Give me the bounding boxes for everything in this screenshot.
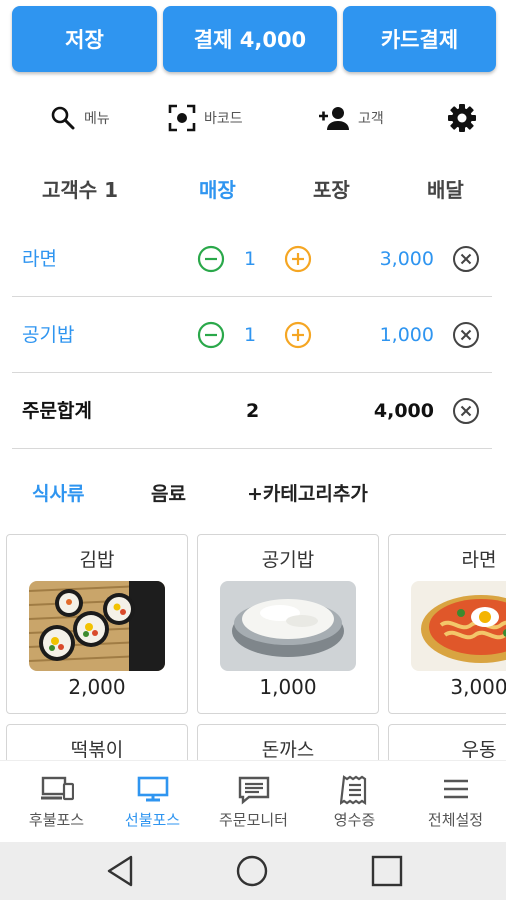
search-icon (51, 106, 75, 130)
add-customer-button[interactable]: 고객 (318, 98, 384, 138)
menu-search-label: 메뉴 (84, 111, 110, 127)
settings-button[interactable] (446, 98, 478, 138)
barcode-label: 바코드 (204, 111, 243, 127)
rice-bowl-image (220, 581, 356, 671)
top-action-bar: 저장 결제 4,000 카드결제 (12, 6, 496, 72)
remove-circle-icon[interactable] (452, 321, 480, 349)
menu-item-name: 김밥 (79, 549, 115, 571)
nav-prepaid-pos[interactable]: 선불포스 (102, 761, 203, 843)
nav-label: 주문모니터 (218, 811, 288, 829)
barcode-button[interactable]: 바코드 (168, 98, 243, 138)
plus-circle-icon[interactable] (284, 321, 312, 349)
order-total-price: 4,000 (373, 400, 434, 422)
tab-takeout[interactable]: 포장 (313, 170, 350, 210)
nav-label: 선불포스 (124, 811, 181, 829)
menu-item-card[interactable]: 김밥 2,000 (6, 534, 188, 714)
category-row: 식사류 음료 +카테고리추가 (0, 472, 506, 516)
devices-icon (40, 776, 74, 801)
order-type-row: 고객수 1 매장 포장 배달 (0, 170, 506, 210)
recents-icon[interactable] (370, 854, 404, 888)
home-icon[interactable] (235, 854, 269, 888)
order-total-qty: 2 (246, 400, 260, 422)
back-icon[interactable] (104, 854, 136, 888)
nav-label: 영수증 (333, 811, 376, 829)
add-person-icon (319, 107, 349, 130)
save-button[interactable]: 저장 (12, 6, 157, 72)
order-item-qty: 1 (244, 324, 257, 346)
nav-label: 후불포스 (28, 811, 85, 829)
menu-item-price: 2,000 (68, 675, 126, 699)
tab-delivery[interactable]: 배달 (427, 170, 464, 210)
minus-circle-icon[interactable] (197, 321, 225, 349)
kimbap-image (29, 581, 165, 671)
pay-button[interactable]: 결제 4,000 (163, 6, 337, 72)
menu-icon (443, 779, 468, 799)
order-item-qty: 1 (244, 248, 257, 270)
menu-item-card[interactable]: 우동 (388, 724, 506, 760)
add-category-button[interactable]: +카테고리추가 (247, 472, 368, 516)
order-item-name: 공기밥 (22, 324, 75, 346)
card-pay-button[interactable]: 카드결제 (343, 6, 496, 72)
message-list-icon (238, 776, 269, 805)
menu-search-button[interactable]: 메뉴 (50, 98, 110, 138)
menu-item-price: 3,000 (450, 675, 506, 699)
order-item-name: 라면 (22, 248, 57, 270)
menu-item-card[interactable]: 떡볶이 (6, 724, 188, 760)
nav-receipt[interactable]: 영수증 (304, 761, 405, 843)
order-item-price: 1,000 (379, 324, 434, 346)
customer-label: 고객 (358, 111, 384, 127)
minus-circle-icon[interactable] (197, 245, 225, 273)
order-total-row: 주문합계 2 4,000 (12, 373, 492, 449)
menu-item-name: 떡볶이 (70, 739, 124, 760)
menu-item-name: 우동 (461, 739, 497, 760)
system-nav-bar (0, 842, 506, 900)
tool-bar: 메뉴 바코드 고객 (0, 98, 506, 138)
tab-dine-in[interactable]: 매장 (199, 170, 236, 210)
monitor-icon (137, 776, 168, 802)
nav-postpaid-pos[interactable]: 후불포스 (6, 761, 107, 843)
gear-icon (448, 104, 476, 132)
menu-item-name: 라면 (461, 549, 497, 571)
menu-item-card[interactable]: 공기밥 1,000 (197, 534, 379, 714)
category-drinks[interactable]: 음료 (151, 472, 186, 516)
remove-circle-icon[interactable] (452, 245, 480, 273)
nav-label: 전체설정 (427, 811, 484, 829)
menu-grid: 김밥 2,000 공기밥 1,000 라면 3,000 떡볶이 돈까스 우동 (0, 534, 506, 760)
customer-count[interactable]: 고객수 1 (42, 170, 118, 210)
category-meal[interactable]: 식사류 (32, 472, 84, 516)
menu-item-card[interactable]: 돈까스 (197, 724, 379, 760)
plus-circle-icon[interactable] (284, 245, 312, 273)
clear-order-icon[interactable] (452, 397, 480, 425)
order-item-price: 3,000 (379, 248, 434, 270)
menu-item-name: 돈까스 (261, 739, 315, 760)
receipt-icon (339, 775, 366, 805)
bottom-nav: 후불포스 선불포스 주문모니터 영수증 전체설정 (0, 760, 506, 842)
order-row: 라면 1 3,000 (12, 221, 492, 297)
nav-settings[interactable]: 전체설정 (405, 761, 506, 843)
order-row: 공기밥 1 1,000 (12, 297, 492, 373)
ramen-image (411, 581, 506, 671)
barcode-scan-icon (168, 104, 196, 132)
menu-item-card[interactable]: 라면 3,000 (388, 534, 506, 714)
order-total-label: 주문합계 (22, 400, 92, 422)
nav-order-monitor[interactable]: 주문모니터 (203, 761, 304, 843)
menu-item-name: 공기밥 (261, 549, 315, 571)
menu-item-price: 1,000 (259, 675, 317, 699)
